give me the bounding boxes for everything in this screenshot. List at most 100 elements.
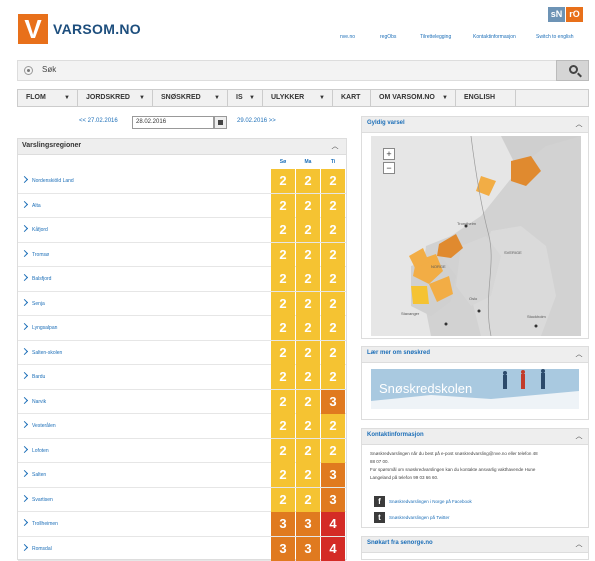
region-name[interactable]: Lyngsalpan <box>32 325 57 331</box>
danger-level-cell[interactable]: 2 <box>271 169 295 193</box>
danger-level-cell[interactable]: 2 <box>271 488 295 512</box>
danger-level-cell[interactable]: 2 <box>271 243 295 267</box>
danger-level-cell[interactable]: 2 <box>271 439 295 463</box>
danger-level-cell[interactable]: 3 <box>271 512 295 536</box>
danger-level-cell[interactable]: 2 <box>296 488 320 512</box>
region-name[interactable]: Salten-skolen <box>32 350 62 356</box>
twitter-link[interactable]: t Snøskredvarslingen på Twitter <box>374 512 574 524</box>
region-name[interactable]: Balsfjord <box>32 276 51 282</box>
danger-level-cell[interactable]: 2 <box>271 267 295 291</box>
danger-level-cell[interactable]: 2 <box>321 414 345 438</box>
region-name[interactable]: Vesterålen <box>32 423 56 429</box>
danger-level-cell[interactable]: 2 <box>271 292 295 316</box>
nav-item-ulykker[interactable]: ULYKKER▼ <box>263 90 333 106</box>
region-row[interactable]: Romsdal334 <box>18 537 346 561</box>
facebook-label[interactable]: Snøskredvarslingen i Norge på Facebook <box>389 499 472 504</box>
next-day-link[interactable]: 29.02.2016 >> <box>237 118 276 124</box>
danger-level-cell[interactable]: 2 <box>271 218 295 242</box>
nav-item-om-varsom[interactable]: OM VARSOM.NO▼ <box>371 90 456 106</box>
danger-level-cell[interactable]: 4 <box>321 512 345 536</box>
danger-level-cell[interactable]: 4 <box>321 537 345 561</box>
danger-level-cell[interactable]: 2 <box>296 243 320 267</box>
search-input[interactable]: Søk <box>42 65 56 74</box>
danger-level-cell[interactable]: 3 <box>321 488 345 512</box>
danger-level-cell[interactable]: 2 <box>321 267 345 291</box>
region-name[interactable]: Romsdal <box>32 546 52 552</box>
danger-level-cell[interactable]: 2 <box>296 169 320 193</box>
danger-level-cell[interactable]: 2 <box>296 365 320 389</box>
nav-item-english[interactable]: ENGLISH <box>456 90 516 106</box>
prev-day-link[interactable]: << 27.02.2016 <box>79 118 118 124</box>
region-row[interactable]: Kåfjord222 <box>18 218 346 243</box>
twitter-label[interactable]: Snøskredvarslingen på Twitter <box>389 515 449 520</box>
top-link-nve[interactable]: nve.no <box>340 34 355 40</box>
region-row[interactable]: Lyngsalpan222 <box>18 316 346 341</box>
danger-level-cell[interactable]: 2 <box>271 390 295 414</box>
region-name[interactable]: Narvik <box>32 399 46 405</box>
danger-level-cell[interactable]: 2 <box>271 414 295 438</box>
danger-level-cell[interactable]: 2 <box>296 292 320 316</box>
region-name[interactable]: Lofoten <box>32 448 49 454</box>
region-name[interactable]: Trollheimen <box>32 521 58 527</box>
region-name[interactable]: Tromsø <box>32 252 49 258</box>
danger-level-cell[interactable]: 2 <box>296 218 320 242</box>
danger-level-cell[interactable]: 2 <box>271 365 295 389</box>
region-row[interactable]: Senja222 <box>18 292 346 317</box>
region-name[interactable]: Svartisen <box>32 497 53 503</box>
danger-level-cell[interactable]: 2 <box>321 365 345 389</box>
region-row[interactable]: Svartisen223 <box>18 488 346 513</box>
top-link-regobs[interactable]: regObs <box>380 34 396 40</box>
zoom-in-button[interactable]: + <box>383 148 395 160</box>
region-name[interactable]: Salten <box>32 472 46 478</box>
nav-item-flom[interactable]: FLOM▼ <box>18 90 78 106</box>
danger-level-cell[interactable]: 2 <box>321 341 345 365</box>
region-name[interactable]: Alta <box>32 203 41 209</box>
region-row[interactable]: Lofoten222 <box>18 439 346 464</box>
region-row[interactable]: Balsfjord222 <box>18 267 346 292</box>
danger-level-cell[interactable]: 2 <box>296 414 320 438</box>
senorge-badge[interactable]: sN <box>548 7 565 22</box>
danger-level-cell[interactable]: 2 <box>321 194 345 218</box>
region-row[interactable]: Alta222 <box>18 194 346 219</box>
nav-item-kart[interactable]: KART <box>333 90 371 106</box>
top-link-english[interactable]: Switch to english <box>536 34 574 40</box>
region-name[interactable]: Nordenskiöld Land <box>32 178 74 184</box>
danger-level-cell[interactable]: 2 <box>296 463 320 487</box>
search-bar[interactable]: Søk <box>17 60 589 81</box>
region-name[interactable]: Senja <box>32 301 45 307</box>
danger-level-cell[interactable]: 2 <box>321 316 345 340</box>
region-row[interactable]: Narvik223 <box>18 390 346 415</box>
collapse-icon[interactable]: ︿ <box>574 120 584 130</box>
danger-level-cell[interactable]: 3 <box>271 537 295 561</box>
region-name[interactable]: Bardu <box>32 374 45 380</box>
danger-level-cell[interactable]: 3 <box>296 537 320 561</box>
nav-item-snoskred[interactable]: SNØSKRED▼ <box>153 90 228 106</box>
region-row[interactable]: Salten-skolen222 <box>18 341 346 366</box>
logo-icon[interactable]: V <box>18 14 48 44</box>
danger-level-cell[interactable]: 2 <box>321 218 345 242</box>
region-name[interactable]: Kåfjord <box>32 227 48 233</box>
danger-level-cell[interactable]: 2 <box>296 439 320 463</box>
snoskredskolen-banner[interactable]: Snøskredskolen <box>371 369 579 409</box>
region-row[interactable]: Nordenskiöld Land222 <box>18 169 346 194</box>
danger-level-cell[interactable]: 2 <box>271 341 295 365</box>
danger-level-cell[interactable]: 3 <box>296 512 320 536</box>
site-name[interactable]: VARSOM.NO <box>53 21 141 37</box>
danger-level-cell[interactable]: 2 <box>271 463 295 487</box>
danger-level-cell[interactable]: 2 <box>321 292 345 316</box>
zoom-out-button[interactable]: − <box>383 162 395 174</box>
collapse-icon[interactable]: ︿ <box>330 142 340 152</box>
danger-level-cell[interactable]: 2 <box>271 316 295 340</box>
danger-level-cell[interactable]: 2 <box>321 243 345 267</box>
calendar-icon[interactable] <box>214 116 227 129</box>
collapse-icon[interactable]: ︿ <box>574 350 584 360</box>
region-row[interactable]: Vesterålen222 <box>18 414 346 439</box>
warning-map[interactable]: + − Trondheim NORGE SVERIGE Oslo Stavang… <box>371 136 581 336</box>
top-link-tilrettelegging[interactable]: Tilrettelegging <box>420 34 451 40</box>
danger-level-cell[interactable]: 2 <box>296 390 320 414</box>
collapse-icon[interactable]: ︿ <box>574 540 584 550</box>
danger-level-cell[interactable]: 2 <box>296 194 320 218</box>
regobs-badge[interactable]: rO <box>566 7 583 22</box>
danger-level-cell[interactable]: 2 <box>321 439 345 463</box>
date-input[interactable]: 28.02.2016 <box>132 116 214 129</box>
